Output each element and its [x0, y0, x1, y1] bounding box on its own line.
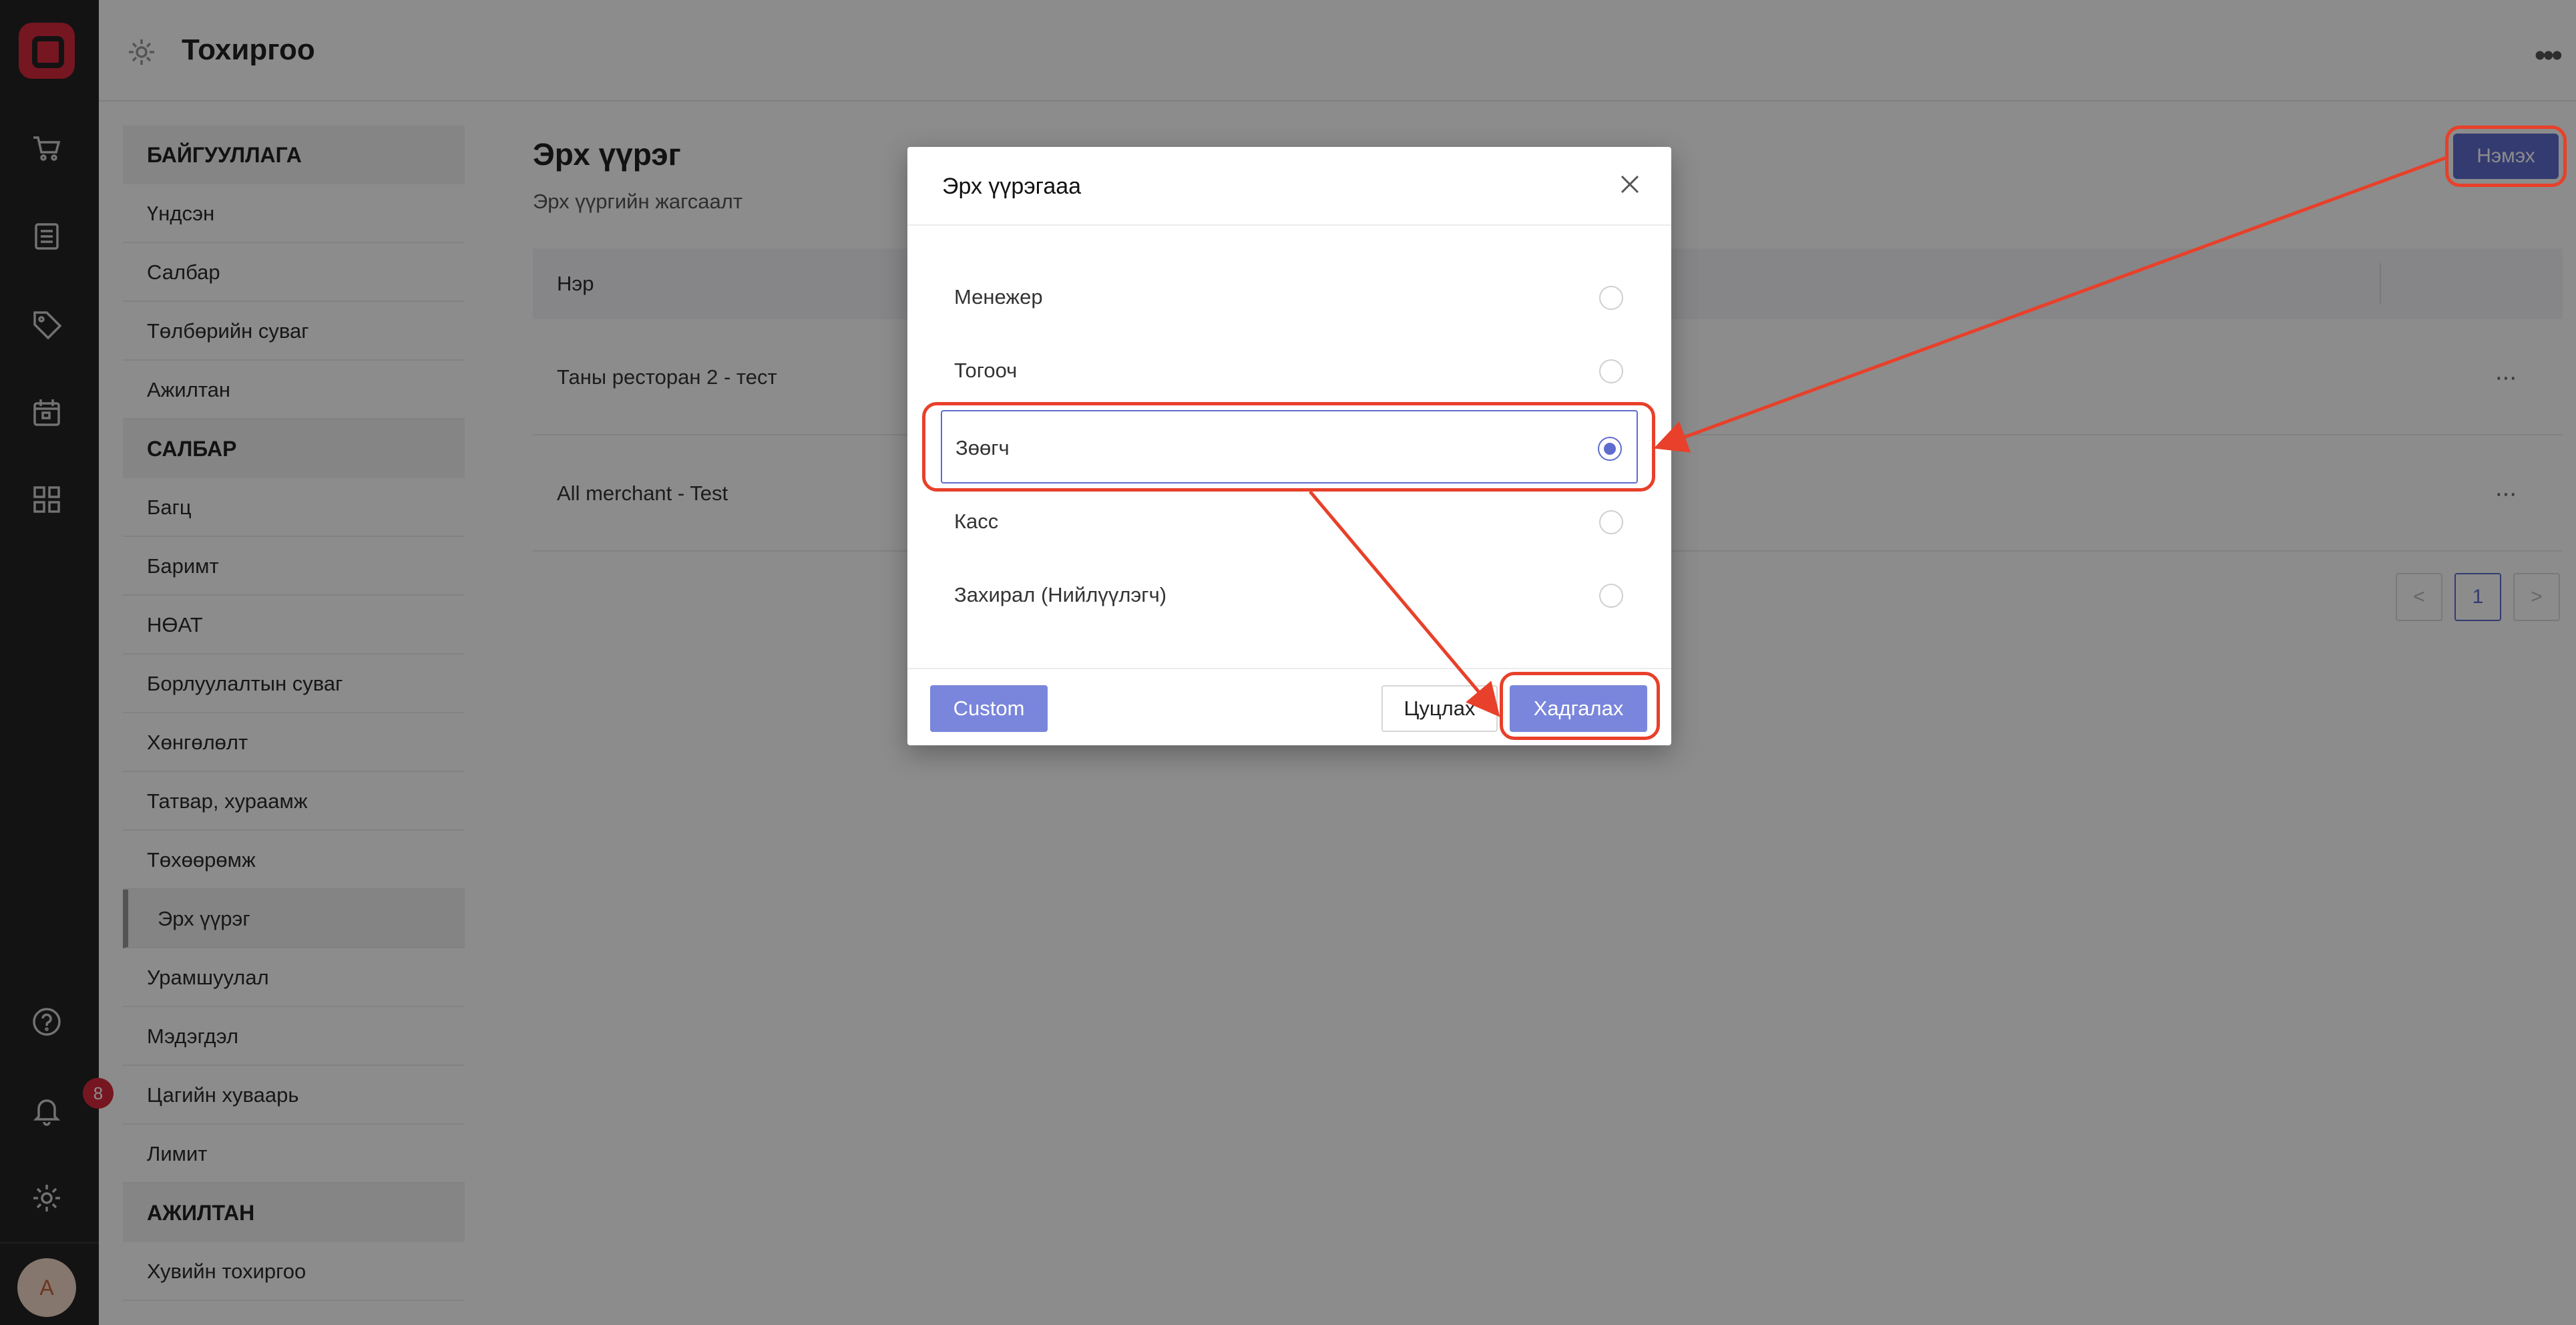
role-option-cook[interactable]: Тогооч [941, 334, 1638, 407]
radio-button[interactable] [1599, 584, 1623, 608]
role-option-director[interactable]: Захирал (Нийлүүлэгч) [941, 558, 1638, 632]
radio-button[interactable] [1599, 286, 1623, 310]
close-icon[interactable] [1615, 170, 1645, 199]
role-option-manager[interactable]: Менежер [941, 260, 1638, 334]
role-option-cashier[interactable]: Касс [941, 485, 1638, 558]
role-option-label: Захирал (Нийлүүлэгч) [954, 583, 1167, 606]
cancel-button[interactable]: Цуцлах [1381, 685, 1498, 732]
role-option-label: Касс [954, 510, 999, 533]
annotation-highlight-save [1500, 672, 1660, 740]
annotation-highlight-add [2445, 126, 2567, 187]
role-option-label: Тогооч [954, 359, 1018, 382]
role-option-label: Менежер [954, 285, 1043, 309]
custom-button[interactable]: Custom [930, 685, 1048, 732]
modal-header: Эрх үүрэгааа [907, 147, 1671, 226]
radio-button[interactable] [1599, 359, 1623, 383]
annotation-highlight-option [922, 402, 1655, 492]
modal-title: Эрх үүрэгааа [942, 174, 1082, 199]
radio-button[interactable] [1599, 510, 1623, 534]
